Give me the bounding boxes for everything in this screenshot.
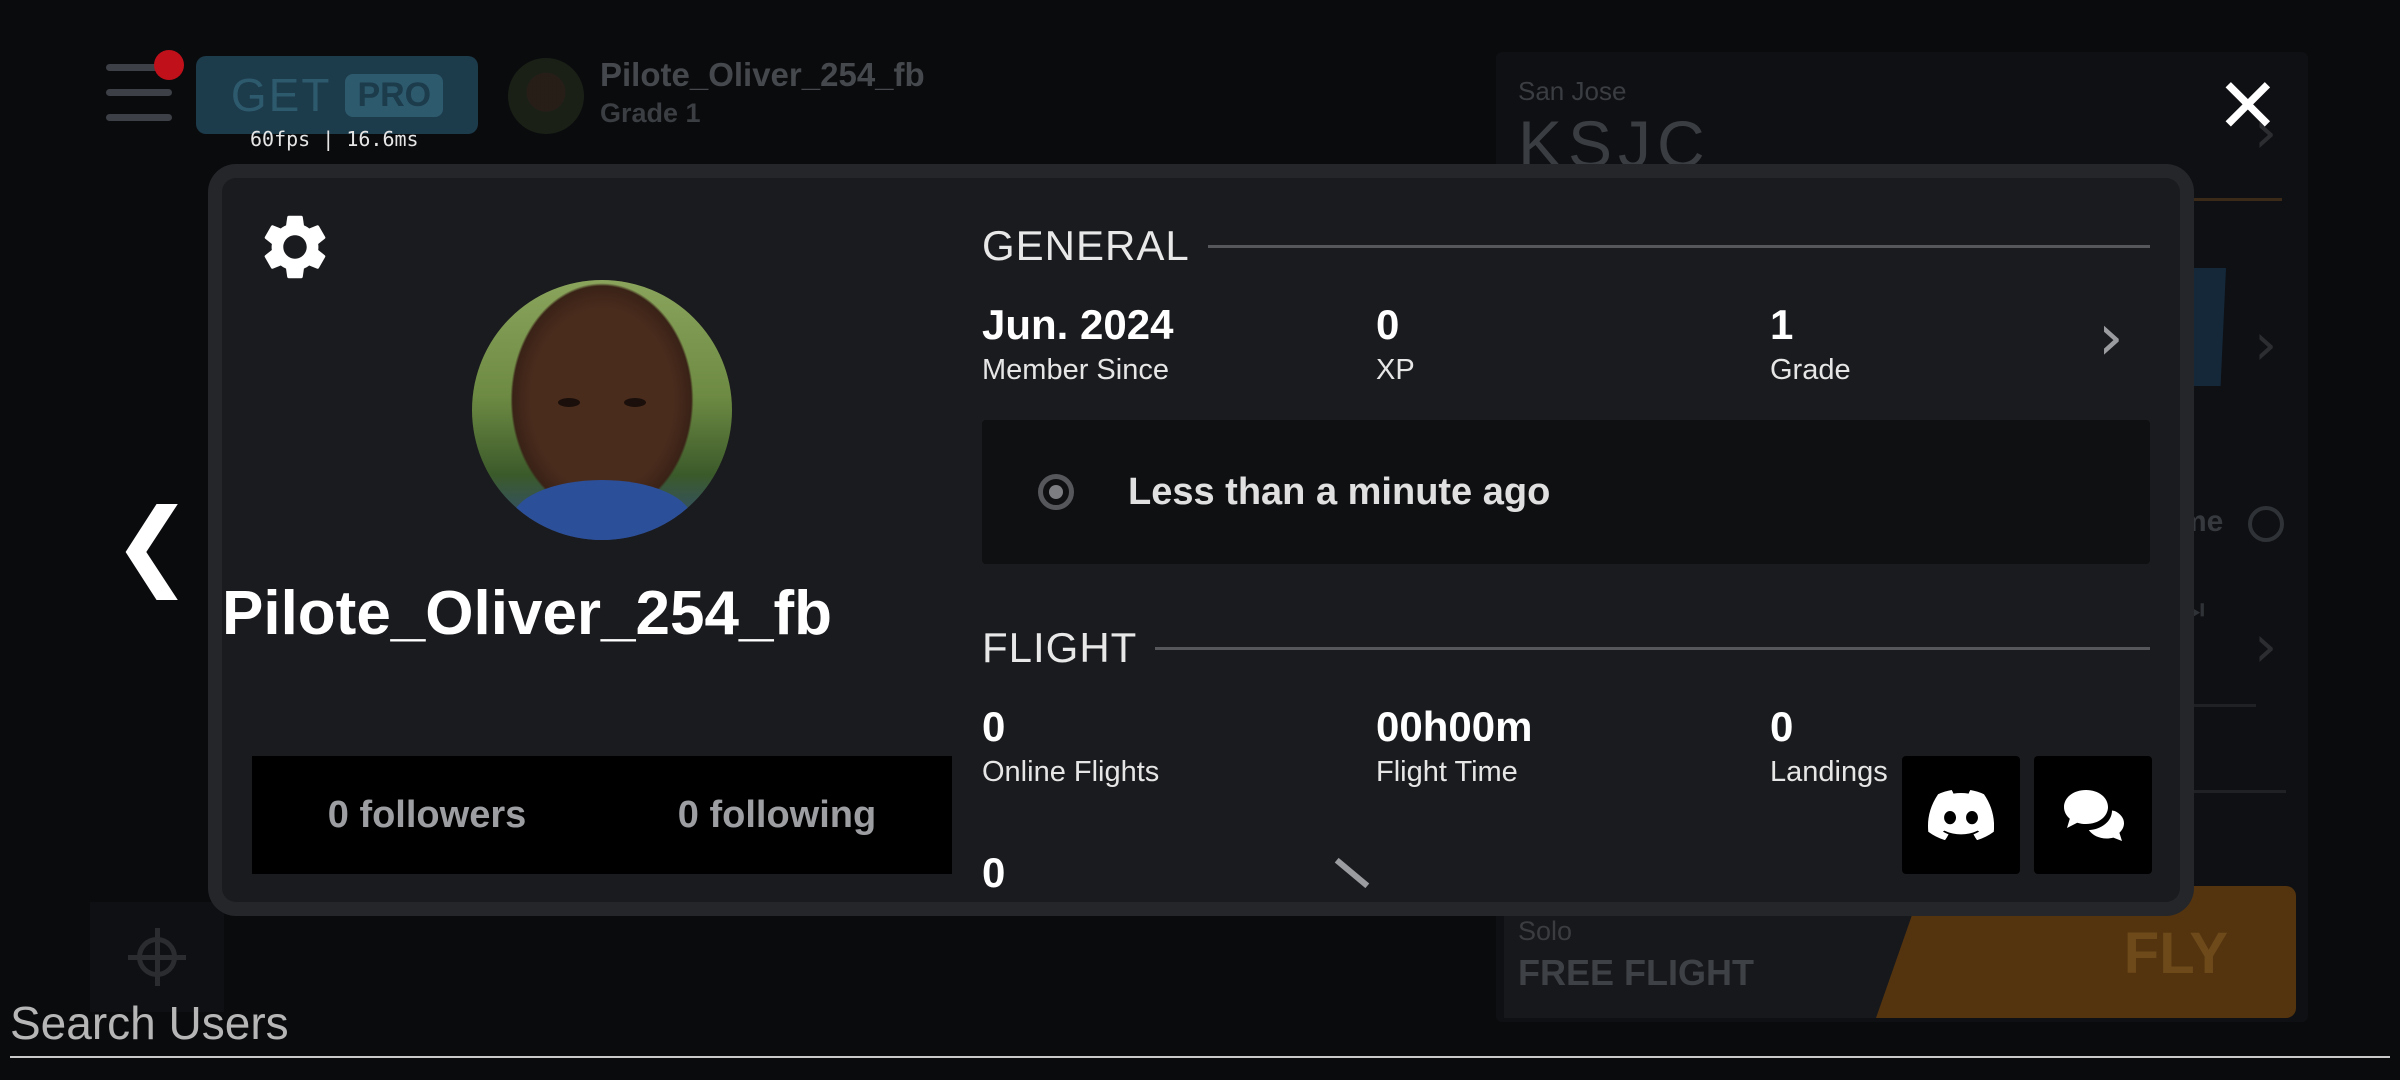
flight-mode-label: Solo [1518,916,1573,946]
stat-label: Member Since [982,354,1169,386]
discord-button[interactable] [1902,756,2020,874]
close-icon[interactable]: ✕ [2216,68,2280,144]
stat-xp: 0 XP [1376,304,1415,387]
search-input[interactable] [10,990,2390,1056]
airport-city: San Jose [1518,76,1627,106]
stat-value: 0 [1376,301,1400,348]
menu-button[interactable] [106,50,184,122]
profile-username: Pilote_Oliver_254_fb [222,579,832,648]
stat-value: 00h00m [1376,703,1533,750]
last-seen-text: Less than a minute ago [1128,470,1551,513]
following-count[interactable]: 0 following [602,756,952,874]
clock-icon[interactable] [2248,506,2284,542]
stat-label: Landings [1770,756,1888,788]
stat-value: 0 [982,703,1006,750]
stat-label: XP [1376,354,1415,386]
partial-chevron [1334,857,1370,889]
gear-icon[interactable] [256,208,334,286]
crosshair-icon [128,928,186,986]
search-users-field[interactable] [10,990,2390,1058]
stat-label: Flight Time [1376,756,1518,788]
section-divider [1207,244,2150,248]
divider [2176,790,2286,793]
stat-value: 0 [982,849,1006,896]
skip-forward-icon[interactable]: ⏭ [2176,590,2205,629]
header-user[interactable]: Pilote_Oliver_254_fb Grade 1 [600,56,925,129]
chat-icon [2064,790,2124,841]
header-grade: Grade 1 [600,98,701,128]
follow-bar: 0 followers 0 following [252,756,952,874]
airport-code[interactable]: KSJC [1518,106,1711,182]
stat-partial: 0 [982,852,1005,894]
flight-title: FLIGHT [982,624,1138,671]
profile-modal: Pilote_Oliver_254_fb 0 followers 0 follo… [222,178,2180,902]
divider [2176,704,2256,707]
notification-dot [154,50,184,80]
pro-badge: PRO [345,73,444,117]
last-seen-card: Less than a minute ago [982,420,2150,564]
stat-online-flights: 0 Online Flights [982,706,1159,789]
flight-type-label: FREE FLIGHT [1518,952,1754,993]
general-section-title: GENERAL [982,222,2150,270]
flight-section-title: FLIGHT [982,624,2150,672]
stat-value: Jun. 2024 [982,301,1174,348]
stat-value: 1 [1770,301,1794,348]
status-indicator-icon [1038,474,1074,510]
chevron-left-icon[interactable]: ❮ [112,496,192,592]
stat-member-since: Jun. 2024 Member Since [982,304,1173,387]
chat-button[interactable] [2034,756,2152,874]
stat-landings: 0 Landings [1770,706,1888,789]
discord-icon [1928,790,1994,840]
chevron-right-icon[interactable]: › [2098,306,2124,370]
stat-flight-time: 00h00m Flight Time [1376,706,1532,789]
chevron-right-icon[interactable]: › [2254,612,2277,680]
followers-count[interactable]: 0 followers [252,756,602,874]
time-label: me [2180,505,2224,538]
section-divider [1155,646,2150,650]
profile-avatar [472,280,732,540]
stat-label: Grade [1770,354,1851,386]
get-pro-button[interactable]: GET PRO [196,56,478,134]
fly-label: FLY [2123,921,2228,986]
stat-grade: 1 Grade [1770,304,1851,387]
get-pro-label: GET [230,69,332,121]
stat-value: 0 [1770,703,1794,750]
fps-counter: 60fps | 16.6ms [250,127,419,151]
stat-label: Online Flights [982,756,1160,788]
header-username: Pilote_Oliver_254_fb [600,56,925,93]
general-title: GENERAL [982,222,1190,269]
header-avatar[interactable] [508,58,584,134]
chevron-right-icon[interactable]: › [2254,310,2277,378]
